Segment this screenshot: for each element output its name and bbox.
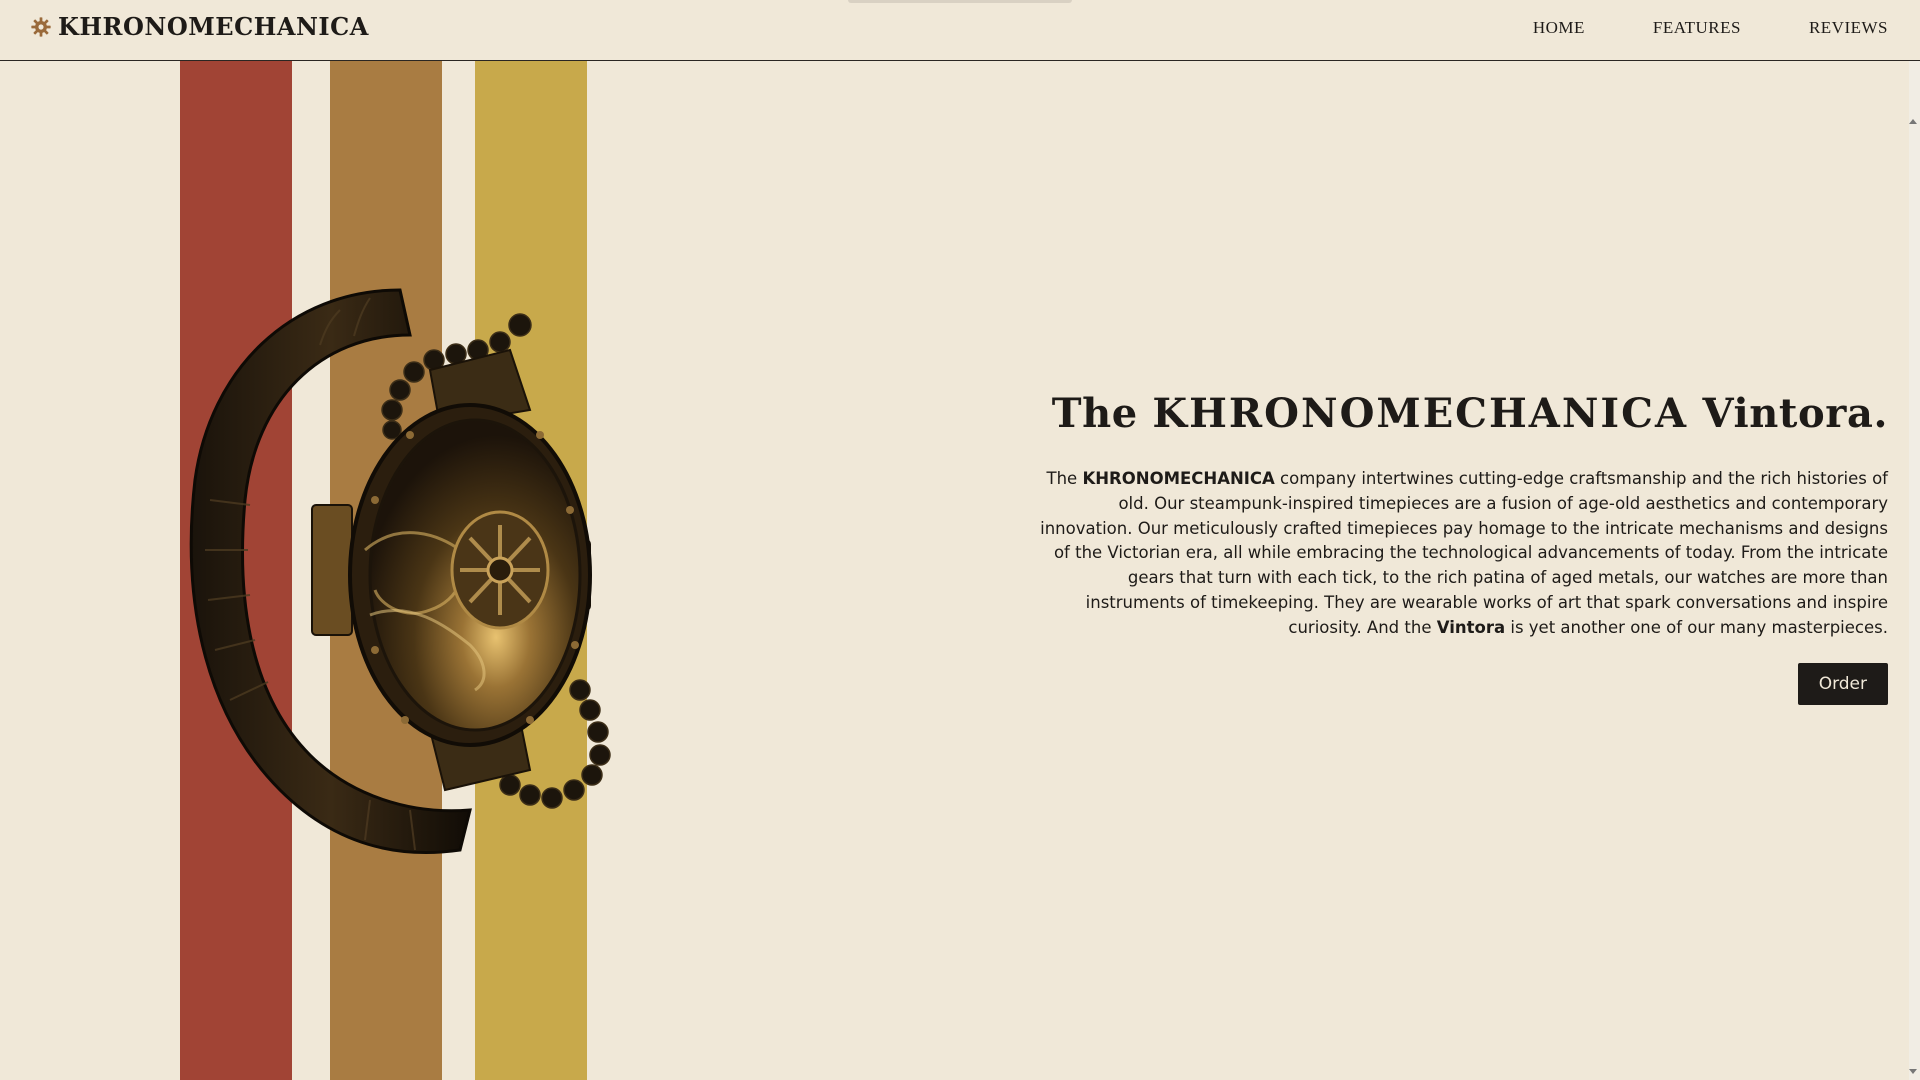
nav-home-link[interactable]: HOME: [1533, 18, 1585, 38]
hero-title: The KHRONOMECHANICA Vintora.: [1028, 390, 1888, 437]
order-button[interactable]: Order: [1797, 662, 1888, 705]
desc-part-3: is yet another one of our many masterpie…: [1505, 617, 1888, 637]
scroll-up-arrow-icon[interactable]: [1909, 119, 1917, 124]
desc-part-2: company intertwines cutting-edge craftsm…: [1040, 469, 1888, 637]
scroll-down-arrow-icon[interactable]: [1909, 1069, 1917, 1074]
gear-icon: [31, 16, 51, 37]
desc-vintora-bold: Vintora: [1436, 617, 1506, 637]
page-scrollbar[interactable]: [1909, 61, 1920, 1080]
nav-reviews-link[interactable]: REVIEWS: [1809, 18, 1888, 38]
hero-title-suffix: Vintora.: [1687, 390, 1888, 437]
desc-part-1: The: [1046, 469, 1083, 488]
brand-name: KHRONOMECHANICA: [58, 12, 369, 41]
nav-features-link[interactable]: FEATURES: [1653, 18, 1741, 38]
nav-links: HOME FEATURES REVIEWS: [1533, 18, 1888, 38]
brand-logo[interactable]: KHRONOMECHANICA: [30, 12, 369, 41]
desc-brand-bold: KHRONOMECHANICA: [1082, 469, 1275, 488]
hero-title-brand: KHRONOMECHANICA: [1152, 390, 1688, 437]
hero-section: The KHRONOMECHANICA Vintora. The KHRONOM…: [1028, 390, 1888, 705]
top-tab-handle: [848, 0, 1072, 3]
navbar: KHRONOMECHANICA HOME FEATURES REVIEWS: [0, 0, 1920, 61]
hero-title-prefix: The: [1051, 390, 1153, 437]
hero-description: The KHRONOMECHANICA company intertwines …: [1028, 467, 1888, 641]
watch-3d-render: [189, 288, 611, 854]
